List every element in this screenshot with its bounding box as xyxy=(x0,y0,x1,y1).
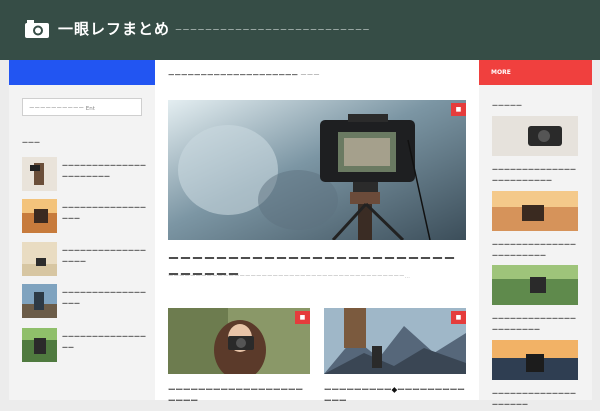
hero-photo xyxy=(168,100,466,240)
breadcrumb: ーーーーーーーーーーーーーーーーーーーー ーーー xyxy=(168,69,320,79)
site-logo[interactable]: 一眼レフまとめ xyxy=(24,18,170,39)
search-input[interactable]: ーーーーーーーーーー Ent xyxy=(22,98,142,116)
list-item[interactable]: ーーーーーーーーーーーーーーーーーーーーーーーー xyxy=(492,116,578,187)
post-thumbnail xyxy=(492,265,578,305)
breadcrumb-sub: ーーー xyxy=(300,71,320,79)
post-card[interactable]: ■ xyxy=(324,308,466,374)
list-item[interactable]: ーーーーーーーーーーーーーーーーー xyxy=(22,284,152,318)
post-thumbnail xyxy=(492,191,578,231)
right-sidebar: MORE ーーーーー ーーーーーーーーーーーーーーーーーーーーーーーー ーーーー… xyxy=(479,60,592,409)
list-item-title[interactable]: ーーーーーーーーーーーーーーーーーーーーーーー xyxy=(492,240,578,262)
post-card-title[interactable]: ーーーーーーーーー◆ーーーーーーーーーーーー xyxy=(324,384,466,406)
list-item[interactable]: ーーーーーーーーーーーーーーーーー xyxy=(22,199,152,233)
site-tagline: ーーーーーーーーーーーーーーーーーーーーーーーーーー xyxy=(175,26,370,34)
main-content: ーーーーーーーーーーーーーーーーーーーー ーーー ■ ーーーーーーーーーーーーー… xyxy=(155,60,479,405)
list-item[interactable]: ーーーーーーーーーーーーーーーーーーーーーー xyxy=(492,265,578,336)
list-item-title[interactable]: ーーーーーーーーーーーーーーーーーーーー xyxy=(492,389,578,411)
post-thumbnail xyxy=(22,157,57,191)
list-item-title[interactable]: ーーーーーーーーーーーーーーーーー xyxy=(62,288,146,310)
site-header: 一眼レフまとめ ーーーーーーーーーーーーーーーーーーーーーーーーーー xyxy=(0,0,600,60)
list-item-title[interactable]: ーーーーーーーーーーーーーーーーー xyxy=(62,203,146,225)
post-thumbnail xyxy=(22,242,57,276)
post-thumbnail xyxy=(492,116,578,156)
left-sidebar: ーーーーーーーーーー Ent ーーー ーーーーーーーーーーーーーーーーーーーーー… xyxy=(9,60,155,400)
post-card-image xyxy=(168,308,310,374)
comment-badge: ■ xyxy=(295,311,310,324)
post-card-image xyxy=(324,308,466,374)
left-accent-bar xyxy=(9,60,155,85)
right-widget-title: ーーーーー xyxy=(492,103,523,110)
list-item-title[interactable]: ーーーーーーーーーーーーーーーー xyxy=(62,332,146,354)
post-card-title[interactable]: ーーーーーーーーーーーーーーーーーーーーーー xyxy=(168,384,310,406)
more-tab[interactable]: MORE xyxy=(479,60,592,85)
breadcrumb-text[interactable]: ーーーーーーーーーーーーーーーーーーーー xyxy=(168,71,298,79)
site-title[interactable]: 一眼レフまとめ xyxy=(58,18,170,39)
camera-icon xyxy=(25,19,49,38)
post-card[interactable]: ■ xyxy=(168,308,310,374)
comment-badge: ■ xyxy=(451,103,466,116)
hero-image[interactable]: ■ xyxy=(168,100,466,240)
list-item[interactable]: ーーーーーーーーーーーーーーーーーーーーーー xyxy=(22,157,152,191)
post-thumbnail xyxy=(22,284,57,318)
list-item-title[interactable]: ーーーーーーーーーーーーーーーーーーーーーーーー xyxy=(492,165,578,187)
list-item-title[interactable]: ーーーーーーーーーーーーーーーーーーーーーー xyxy=(492,314,578,336)
comment-badge: ■ xyxy=(451,311,466,324)
list-item-title[interactable]: ーーーーーーーーーーーーーーーーーー xyxy=(62,246,146,268)
list-item[interactable]: ーーーーーーーーーーーーーーーーーー xyxy=(22,242,152,276)
list-item-title[interactable]: ーーーーーーーーーーーーーーーーーーーーーー xyxy=(62,161,146,183)
list-item[interactable]: ーーーーーーーーーーーーーーーーーーーー xyxy=(492,340,578,411)
post-thumbnail xyxy=(22,328,57,362)
post-thumbnail xyxy=(492,340,578,380)
hero-excerpt: ーーーーーーーーーーーーーーーーーーーーーーーーーーーーーーーーーーーーーーーー… xyxy=(168,274,411,280)
list-item[interactable]: ーーーーーーーーーーーーーーーー xyxy=(22,328,152,362)
list-item[interactable]: ーーーーーーーーーーーーーーーーーーーーーーー xyxy=(492,191,578,262)
left-widget-title: ーーー xyxy=(22,140,41,147)
post-thumbnail xyxy=(22,199,57,233)
